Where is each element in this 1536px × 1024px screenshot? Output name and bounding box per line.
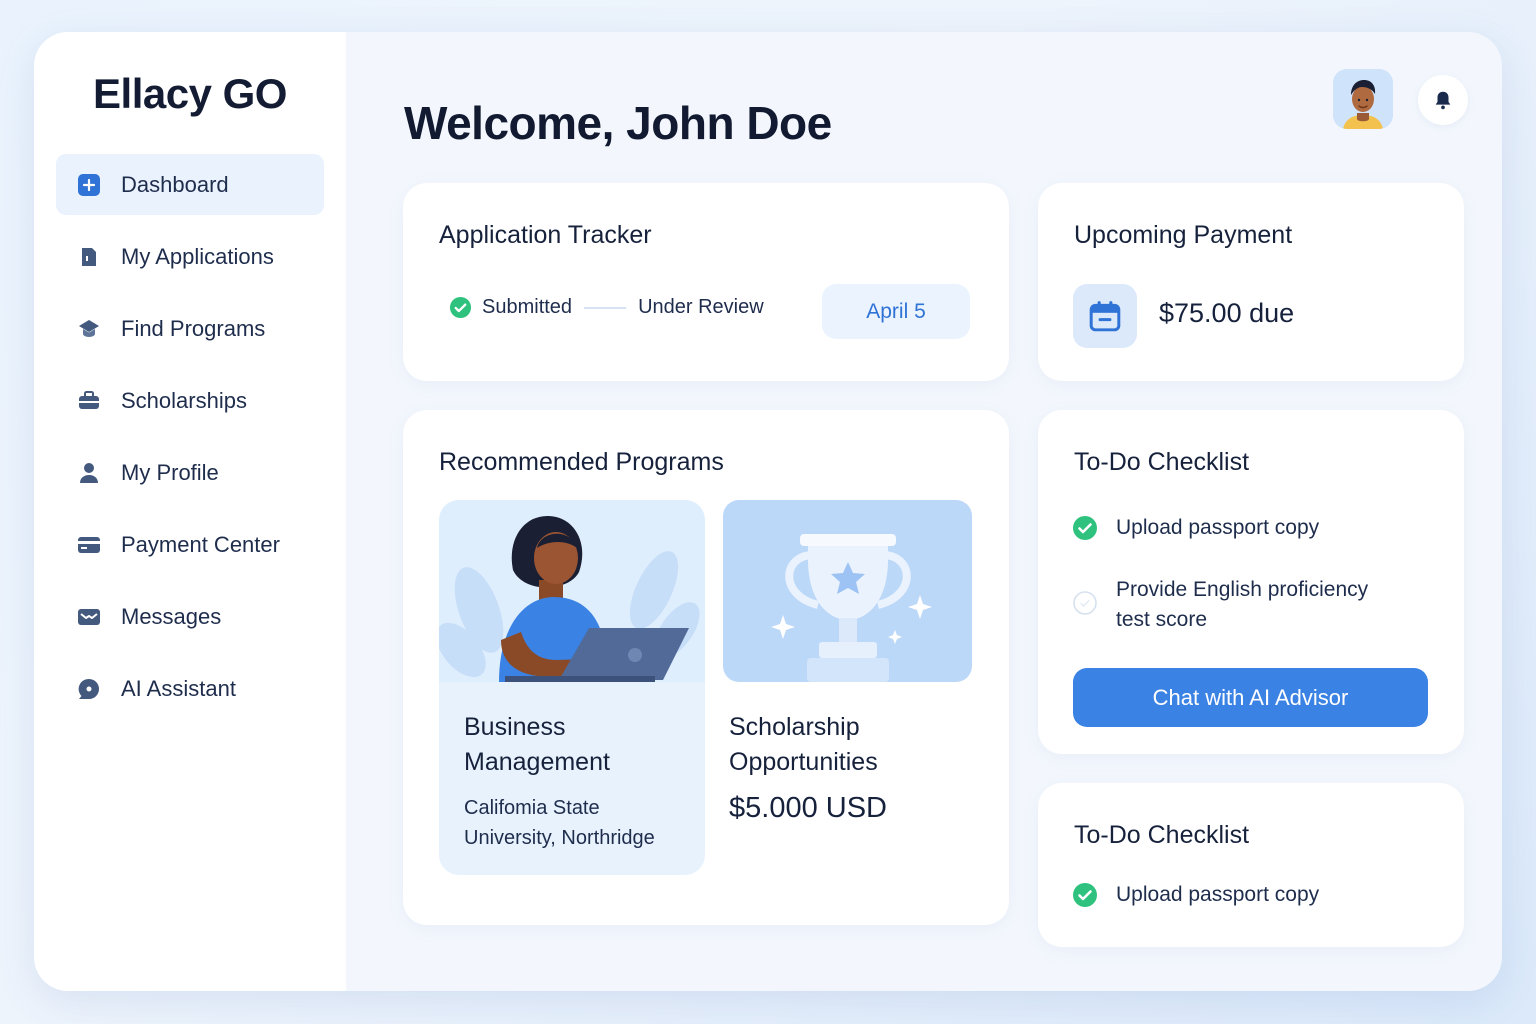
upcoming-payment-card: Upcoming Payment $75.00 due (1038, 183, 1464, 381)
sidebar-item-label: Find Programs (121, 315, 266, 341)
trophy-illustration (723, 500, 972, 682)
todo-item-label: Upload passport copy (1116, 516, 1320, 539)
avatar[interactable] (1333, 69, 1393, 129)
credit-card-icon (76, 532, 102, 558)
step-connector (584, 306, 627, 309)
todo-item-label: Provide English proficiency test score (1116, 578, 1369, 631)
tracker-steps: Submitted Under Review (449, 296, 764, 319)
sidebar-item-scholarships[interactable]: Scholarships (56, 370, 324, 431)
program-name: Business Management (464, 713, 610, 776)
sidebar-item-ai-assistant[interactable]: AI Assistant (56, 658, 324, 719)
application-tracker-title: Application Tracker (439, 221, 652, 249)
sidebar-item-label: AI Assistant (121, 675, 236, 701)
todo-checklist-card: To-Do Checklist Upload passport copy Pro… (1038, 410, 1464, 754)
sidebar-item-label: My Applications (121, 243, 274, 269)
sidebar-item-find-programs[interactable]: Find Programs (56, 298, 324, 359)
chat-bubble-icon (76, 676, 102, 702)
chat-with-ai-advisor-button[interactable]: Chat with AI Advisor (1073, 668, 1428, 727)
todo-checklist-title: To-Do Checklist (1074, 448, 1250, 476)
check-circle-icon (1073, 516, 1097, 540)
avatar-illustration (1333, 69, 1393, 129)
student-laptop-illustration (439, 500, 705, 682)
sidebar-item-my-profile[interactable]: My Profile (56, 442, 324, 503)
graduation-cap-icon (76, 316, 102, 342)
sidebar-item-label: Messages (121, 603, 222, 629)
brand-logo: Ellacy GO (93, 70, 287, 117)
user-icon (76, 460, 102, 486)
scholarship-name: Scholarship Opportunities (729, 713, 878, 776)
step-submitted: Submitted (482, 296, 573, 318)
step-under-review: Under Review (638, 296, 764, 318)
calendar-icon (1073, 284, 1137, 348)
todo-item-pending[interactable]: Provide English proficiency test score (1072, 575, 1372, 635)
todo-item-done[interactable]: Upload passport copy (1072, 513, 1319, 543)
document-icon (76, 244, 102, 270)
sidebar: Ellacy GO Dashboard My Applications Find… (34, 32, 346, 991)
recommended-programs-title: Recommended Programs (439, 448, 724, 476)
todo-item-done[interactable]: Upload passport copy (1072, 880, 1319, 910)
sidebar-item-dashboard[interactable]: Dashboard (56, 154, 324, 215)
check-circle-icon (449, 296, 472, 319)
notifications-button[interactable] (1418, 75, 1468, 125)
empty-circle-icon (1073, 591, 1097, 615)
payment-amount: $75.00 due (1159, 298, 1295, 328)
tracker-date-badge: April 5 (822, 284, 970, 339)
todo-item-label: Upload passport copy (1116, 883, 1320, 906)
sidebar-item-label: Payment Center (121, 531, 280, 557)
page-title: Welcome, John Doe (404, 97, 832, 149)
recommended-programs-card: Recommended Programs Business Management… (403, 410, 1009, 925)
application-tracker-card: Application Tracker Submitted Under Revi… (403, 183, 1009, 381)
sidebar-item-label: Dashboard (121, 171, 229, 197)
app-window: Ellacy GO Dashboard My Applications Find… (34, 32, 1502, 991)
sidebar-item-payment-center[interactable]: Payment Center (56, 514, 324, 575)
sidebar-item-label: My Profile (121, 459, 219, 485)
bell-icon (1435, 91, 1451, 110)
scholarship-card[interactable]: Scholarship Opportunities $5.000 USD (723, 500, 973, 875)
sidebar-item-label: Scholarships (121, 387, 247, 413)
briefcase-icon (76, 388, 102, 414)
check-circle-icon (1073, 883, 1097, 907)
todo-checklist-card-secondary: To-Do Checklist Upload passport copy (1038, 783, 1464, 947)
plus-square-icon (76, 172, 102, 198)
upcoming-payment-title: Upcoming Payment (1074, 221, 1293, 249)
sidebar-nav: Dashboard My Applications Find Programs … (56, 154, 324, 730)
program-school: Califomia State University, Northridge (464, 797, 655, 849)
sidebar-item-my-applications[interactable]: My Applications (56, 226, 324, 287)
scholarship-amount: $5.000 USD (729, 792, 887, 824)
envelope-icon (76, 604, 102, 630)
program-card[interactable]: Business Management Califomia State Univ… (439, 500, 705, 875)
todo-checklist-title: To-Do Checklist (1074, 821, 1250, 849)
sidebar-item-messages[interactable]: Messages (56, 586, 324, 647)
